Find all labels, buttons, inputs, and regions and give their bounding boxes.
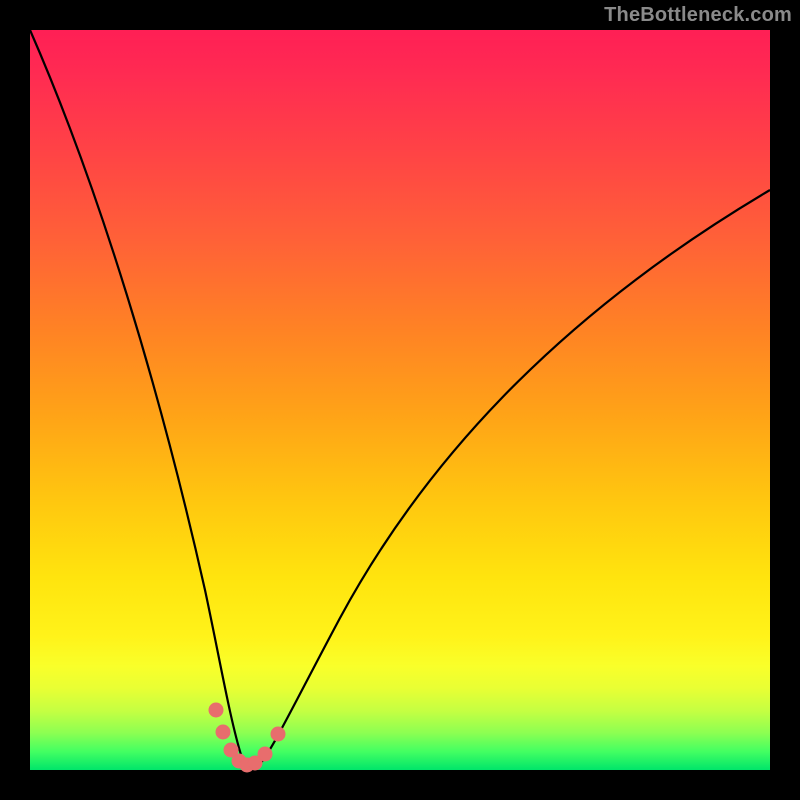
curve-layer [30, 30, 770, 770]
chart-frame: TheBottleneck.com [0, 0, 800, 800]
watermark-text: TheBottleneck.com [604, 4, 792, 27]
plot-area [30, 30, 770, 770]
highlighted-points [209, 703, 285, 772]
bottleneck-curve [30, 30, 770, 768]
